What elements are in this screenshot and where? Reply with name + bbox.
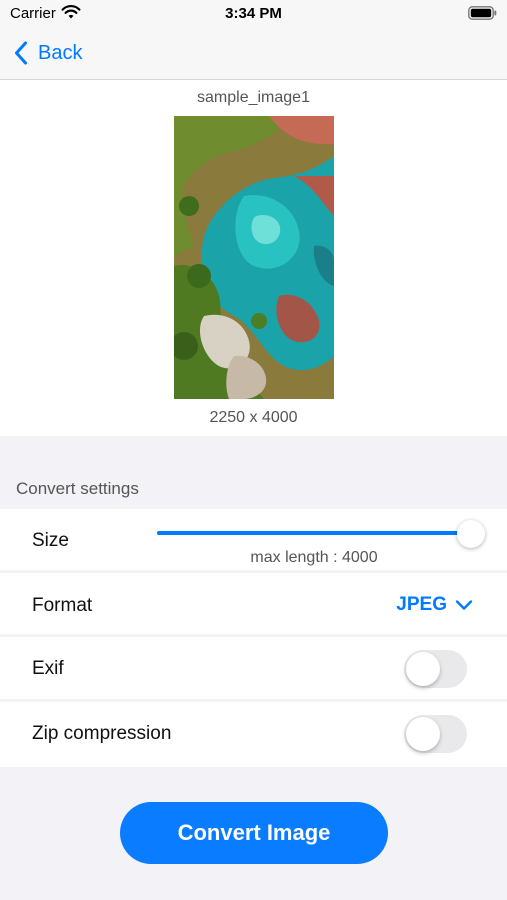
exif-label: Exif bbox=[32, 658, 64, 679]
zip-compression-toggle[interactable] bbox=[404, 715, 467, 753]
navigation-bar: Back bbox=[0, 28, 507, 80]
zip-compression-toggle-knob bbox=[406, 717, 440, 751]
convert-image-button[interactable]: Convert Image bbox=[120, 802, 388, 864]
settings-section-header: Convert settings bbox=[16, 479, 139, 498]
size-row: Size max length : 4000 bbox=[0, 509, 507, 573]
format-label: Format bbox=[32, 595, 93, 616]
image-preview-section: sample_image1 2250 x 4000 bbox=[0, 80, 507, 436]
preview-image[interactable] bbox=[174, 116, 334, 399]
chevron-left-icon bbox=[15, 41, 27, 65]
size-slider-track[interactable] bbox=[157, 531, 471, 535]
exif-toggle[interactable] bbox=[404, 650, 467, 688]
exif-row: Exif bbox=[0, 637, 507, 702]
zip-compression-row: Zip compression bbox=[0, 702, 507, 767]
image-dimensions: 2250 x 4000 bbox=[209, 409, 298, 426]
format-row: Format JPEG bbox=[0, 573, 507, 637]
back-label: Back bbox=[38, 41, 83, 64]
zip-compression-label: Zip compression bbox=[32, 723, 172, 744]
format-dropdown[interactable]: JPEG bbox=[396, 594, 473, 616]
size-slider-thumb[interactable] bbox=[457, 520, 485, 548]
image-name: sample_image1 bbox=[197, 89, 310, 106]
status-bar: Carrier 3:34 PM bbox=[0, 0, 507, 28]
size-label: Size bbox=[32, 530, 69, 551]
size-slider-caption: max length : 4000 bbox=[250, 549, 378, 566]
back-button[interactable]: Back bbox=[14, 38, 82, 68]
format-value: JPEG bbox=[396, 594, 447, 615]
exif-toggle-knob bbox=[406, 652, 440, 686]
settings-list: Size max length : 4000 Format JPEG Exif … bbox=[0, 509, 507, 767]
battery-icon bbox=[468, 6, 497, 20]
chevron-down-icon bbox=[455, 600, 473, 610]
status-time: 3:34 PM bbox=[225, 5, 282, 22]
